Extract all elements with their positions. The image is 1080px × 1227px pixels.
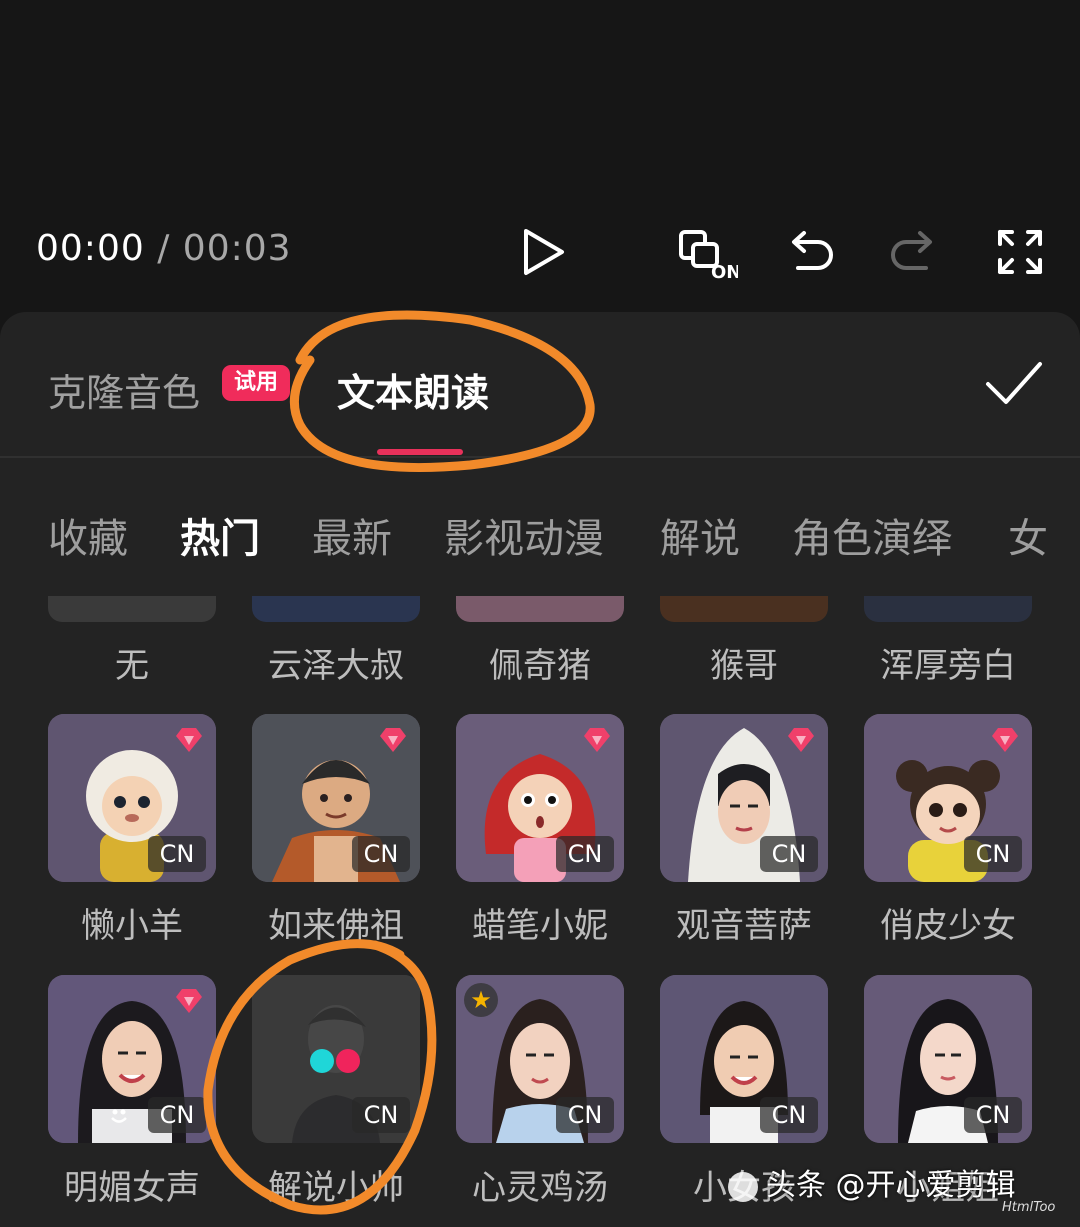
voice-label: 心灵鸡汤 — [472, 1168, 608, 1208]
voice-thumb-narrator[interactable] — [864, 596, 1032, 622]
voice-card[interactable]: CN — [456, 714, 624, 882]
voice-thumb-yunze[interactable] — [252, 596, 420, 622]
fullscreen-button[interactable] — [990, 222, 1050, 282]
voice-label: 浑厚旁白 — [880, 646, 1016, 686]
confirm-button[interactable] — [982, 358, 1044, 410]
voice-label: 懒小羊 — [81, 906, 183, 946]
duration: 00:03 — [182, 228, 292, 269]
favorite-star-icon: ★ — [464, 983, 498, 1017]
tab-text-to-speech[interactable]: 文本朗读 — [337, 362, 489, 417]
voice-card[interactable]: CN — [864, 975, 1032, 1143]
category-favorites[interactable]: 收藏 — [48, 506, 128, 564]
voice-card[interactable]: CN — [252, 714, 420, 882]
current-time: 00:00 — [36, 228, 145, 269]
subtitle-on-icon: ON — [679, 230, 741, 283]
language-badge: CN — [760, 1097, 818, 1133]
smile-icon — [111, 1109, 127, 1123]
premium-gem-icon — [380, 728, 406, 752]
voice-label: 无 — [115, 646, 149, 686]
voice-label: 蜡笔小妮 — [472, 906, 608, 946]
voice-card[interactable]: CN — [660, 714, 828, 882]
premium-gem-icon — [176, 728, 202, 752]
language-badge: CN — [964, 836, 1022, 872]
category-latest[interactable]: 最新 — [312, 506, 392, 564]
active-tab-indicator — [377, 449, 463, 455]
premium-gem-icon — [584, 728, 610, 752]
category-role-play[interactable]: 角色演绎 — [792, 506, 952, 564]
category-female[interactable]: 女 — [1008, 506, 1048, 564]
play-button[interactable] — [512, 222, 572, 282]
check-icon — [986, 362, 1042, 404]
voice-card[interactable]: CN — [660, 975, 828, 1143]
trial-badge: 试用 — [222, 365, 290, 401]
subtitle-toggle-button[interactable]: ON — [676, 222, 741, 283]
voice-label: 明媚女声 — [64, 1168, 200, 1208]
tab-divider — [0, 456, 1080, 458]
playback-time: 00:00 / 00:03 — [36, 228, 292, 269]
redo-button[interactable] — [884, 222, 944, 282]
wechat-logo-icon — [728, 1171, 758, 1202]
language-badge: CN — [148, 1097, 206, 1133]
language-badge: CN — [760, 836, 818, 872]
voice-card[interactable]: CN — [48, 975, 216, 1143]
voice-label: 如来佛祖 — [268, 906, 404, 946]
language-badge: CN — [148, 836, 206, 872]
language-badge: CN — [964, 1097, 1022, 1133]
svg-text:ON: ON — [711, 262, 738, 282]
undo-button[interactable] — [780, 222, 840, 282]
watermark-small: HtmlToo — [1002, 1200, 1056, 1215]
voice-label: 解说小帅 — [268, 1168, 404, 1208]
premium-gem-icon — [176, 989, 202, 1013]
language-badge: CN — [556, 1097, 614, 1133]
voice-thumb-monkey[interactable] — [660, 596, 828, 622]
voice-card[interactable]: CN — [864, 714, 1032, 882]
tab-clone-voice[interactable]: 克隆音色 — [48, 362, 200, 417]
voice-label: 观音菩萨 — [676, 906, 812, 946]
voice-thumb-none[interactable] — [48, 596, 216, 622]
premium-gem-icon — [992, 728, 1018, 752]
play-icon — [524, 229, 564, 275]
voice-label: 云泽大叔 — [268, 646, 404, 686]
voice-thumb-peppa[interactable] — [456, 596, 624, 622]
category-narration[interactable]: 解说 — [660, 506, 740, 564]
language-badge: CN — [352, 836, 410, 872]
voice-label: 俏皮少女 — [880, 906, 1016, 946]
watermark: 头条 @开心爱剪辑 — [728, 1160, 1016, 1204]
category-hot[interactable]: 热门 — [180, 506, 260, 564]
undo-icon — [792, 231, 833, 270]
fullscreen-icon — [998, 230, 1042, 274]
time-separator: / — [157, 228, 171, 269]
watermark-text: 头条 @开心爱剪辑 — [766, 1168, 1016, 1203]
category-film-anime[interactable]: 影视动漫 — [444, 506, 604, 564]
redo-icon — [891, 231, 932, 270]
premium-gem-icon — [788, 728, 814, 752]
voice-card[interactable]: CN — [48, 714, 216, 882]
voice-label: 佩奇猪 — [489, 646, 591, 686]
language-badge: CN — [556, 836, 614, 872]
language-badge: CN — [352, 1097, 410, 1133]
voice-label: 猴哥 — [710, 646, 778, 686]
voice-card[interactable]: ★ CN — [456, 975, 624, 1143]
voice-card-selected[interactable]: CN — [252, 975, 420, 1143]
